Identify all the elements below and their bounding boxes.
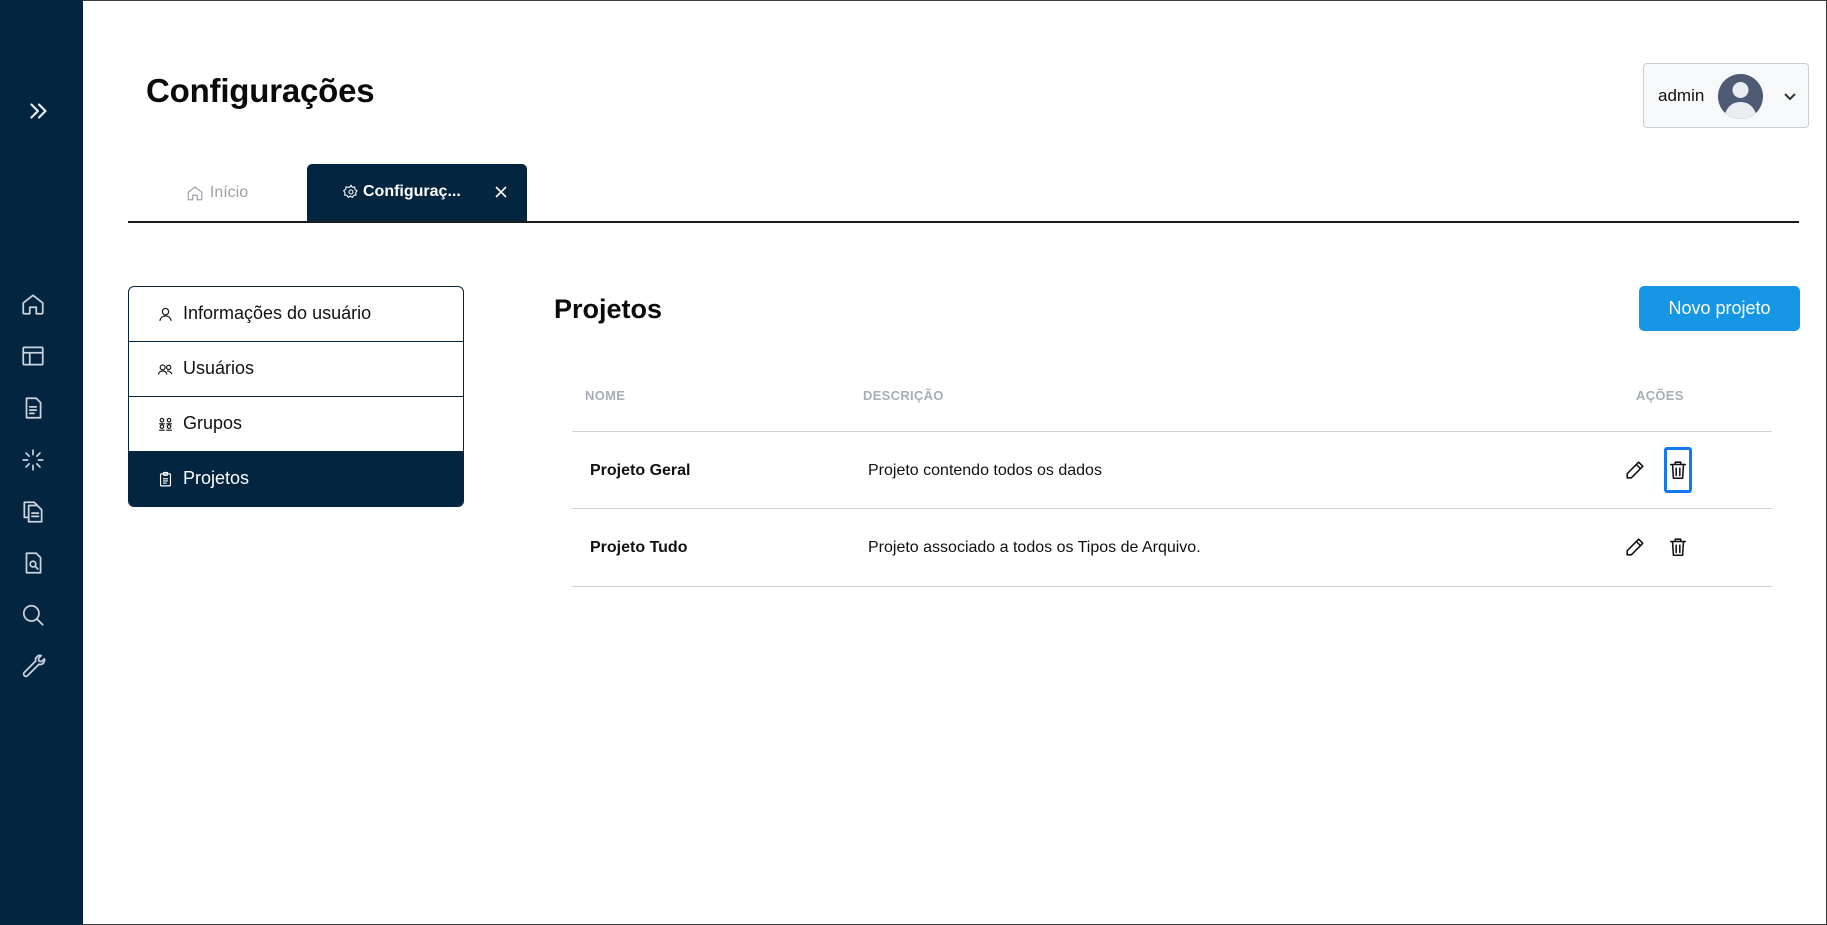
menu-item-label: Usuários xyxy=(183,358,255,378)
double-chevron-right-icon xyxy=(30,103,47,119)
delete-button[interactable] xyxy=(1664,447,1692,493)
pencil-icon xyxy=(1626,461,1644,479)
column-header-actions: AÇÕES xyxy=(1636,388,1684,403)
user-name: admin xyxy=(1658,86,1705,105)
clipboard-icon xyxy=(157,471,174,488)
gear-icon xyxy=(342,184,359,200)
delete-button[interactable] xyxy=(1664,524,1692,570)
edit-button[interactable] xyxy=(1621,447,1649,493)
table-divider xyxy=(572,586,1772,587)
pencil-icon xyxy=(1626,538,1644,556)
tab-inicio[interactable]: Início xyxy=(128,164,306,221)
sidebar-item-files[interactable] xyxy=(18,497,48,527)
file-search-icon xyxy=(25,552,42,574)
sidebar xyxy=(0,0,83,925)
project-description: Projeto contendo todos os dados xyxy=(868,462,1102,479)
tab-label: Configuraç... xyxy=(363,183,461,200)
user-avatar-icon xyxy=(1718,74,1763,119)
project-description: Projeto associado a todos os Tipos de Ar… xyxy=(868,539,1201,556)
home-icon xyxy=(187,185,203,200)
user-menu[interactable]: admin xyxy=(1643,63,1809,128)
sidebar-item-document[interactable] xyxy=(18,393,48,423)
tabs-divider xyxy=(128,221,1799,223)
home-icon xyxy=(22,294,44,315)
sidebar-item-home[interactable] xyxy=(18,289,48,319)
settings-menu: Informações do usuário Usuários Grupos P… xyxy=(128,286,464,507)
menu-item-label: Informações do usuário xyxy=(183,303,372,323)
page-title: Configurações xyxy=(146,72,375,109)
project-name: Projeto Geral xyxy=(590,462,691,479)
trash-icon xyxy=(1669,461,1687,480)
search-icon xyxy=(22,604,44,626)
menu-item-users[interactable]: Usuários xyxy=(129,342,463,397)
menu-item-groups[interactable]: Grupos xyxy=(129,397,463,452)
layout-icon xyxy=(22,346,44,366)
tab-label: Início xyxy=(209,183,249,201)
sidebar-item-layout[interactable] xyxy=(18,341,48,371)
table-divider xyxy=(572,431,1772,432)
close-icon xyxy=(495,186,507,198)
close-tab-button[interactable] xyxy=(493,184,509,200)
menu-item-label: Grupos xyxy=(183,413,243,433)
menu-item-label: Projetos xyxy=(183,468,250,488)
sidebar-item-file-search[interactable] xyxy=(18,548,48,578)
column-header-name: NOME xyxy=(585,388,626,403)
menu-item-projects[interactable]: Projetos xyxy=(129,452,463,506)
section-title: Projetos xyxy=(554,294,663,324)
sidebar-item-loader[interactable] xyxy=(18,445,48,475)
trash-icon xyxy=(1669,538,1687,557)
project-name: Projeto Tudo xyxy=(590,539,688,556)
table-divider xyxy=(572,508,1772,509)
users-icon xyxy=(157,361,174,378)
menu-item-user-info[interactable]: Informações do usuário xyxy=(129,287,463,342)
groups-icon xyxy=(157,416,174,433)
column-header-description: DESCRIÇÃO xyxy=(863,388,944,403)
tab-configuracoes[interactable]: Configuraç... xyxy=(307,164,527,222)
wrench-icon xyxy=(22,654,46,678)
new-project-button[interactable]: Novo projeto xyxy=(1639,286,1800,331)
user-icon xyxy=(157,306,174,323)
chevron-down-icon xyxy=(1782,88,1798,104)
document-icon xyxy=(25,397,42,419)
expand-sidebar-button[interactable] xyxy=(24,96,54,126)
loader-icon xyxy=(22,449,44,471)
edit-button[interactable] xyxy=(1621,524,1649,570)
files-icon xyxy=(23,501,43,523)
sidebar-item-search[interactable] xyxy=(18,600,48,630)
sidebar-item-tools[interactable] xyxy=(18,652,48,682)
